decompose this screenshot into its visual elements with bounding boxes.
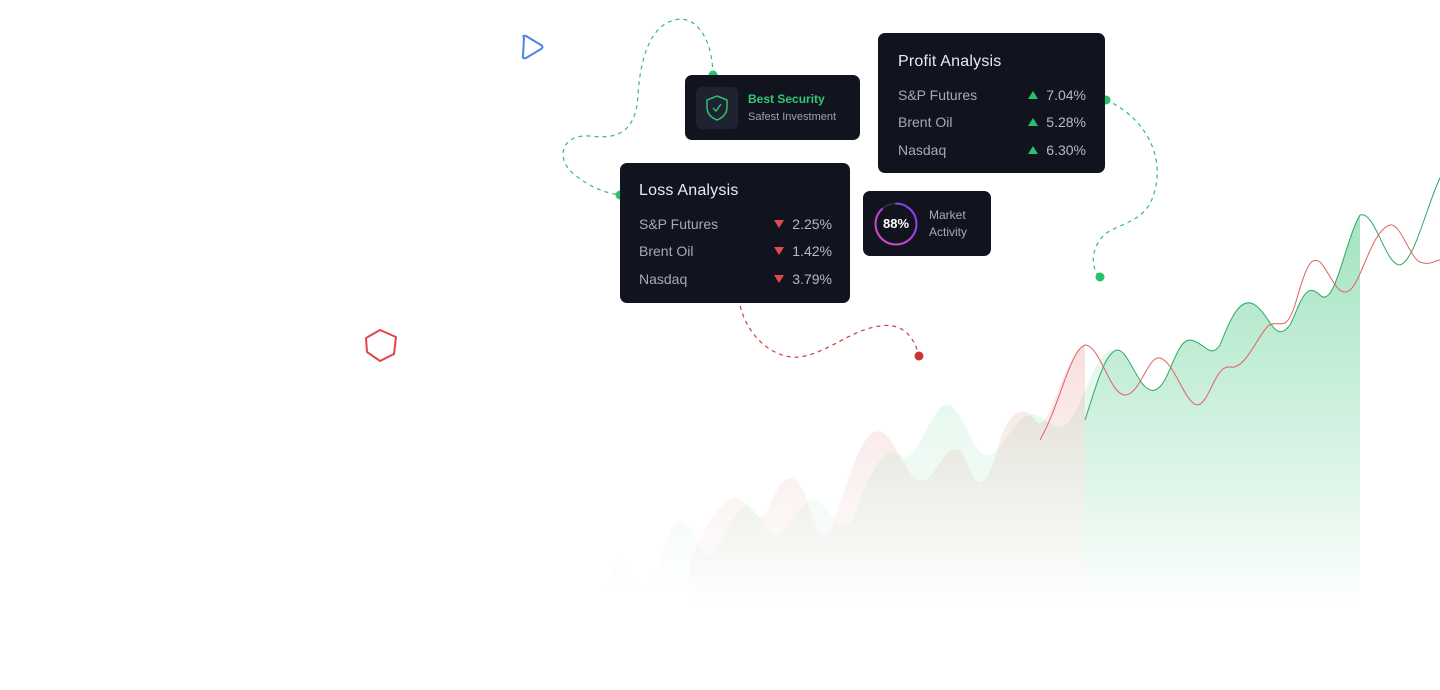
profit-analysis-title: Profit Analysis [898,53,1002,70]
profit-row: Nasdaq 6.30% [898,136,1086,164]
asset-change: 1.42% [792,243,832,260]
arrow-up-icon [1028,145,1038,154]
connector-dot [1095,272,1105,282]
pentagon-outline-icon [365,329,397,362]
security-subtitle: Safest Investment [748,111,837,123]
arrow-up-icon [1028,90,1038,99]
asset-name: S&P Futures [639,215,719,232]
market-activity-label: Market Activity [929,208,968,239]
asset-change: 3.79% [792,270,832,287]
arrow-up-icon [1028,118,1038,127]
profit-row: S&P Futures 7.04% [898,81,1086,109]
loss-analysis-title: Loss Analysis [639,182,739,199]
arrow-down-icon [774,219,784,228]
loss-analysis-card: Loss Analysis S&P Futures 2.25% Brent Oi… [620,163,850,303]
arrow-down-icon [774,247,784,256]
asset-change: 7.04% [1046,86,1086,103]
asset-name: Brent Oil [898,114,953,131]
red-wave-area [690,345,1085,610]
loss-row: Nasdaq 3.79% [639,265,832,293]
loss-row: Brent Oil 1.42% [639,238,832,266]
security-title: Best Security [748,92,825,106]
market-activity-percent: 88% [882,216,910,231]
connector-red [738,297,920,358]
asset-name: Nasdaq [639,270,688,287]
profit-row: Brent Oil 5.28% [898,109,1086,137]
asset-change: 6.30% [1046,141,1086,158]
connector-dot [914,351,924,361]
security-card: Best Security Safest Investment [685,75,860,140]
shield-check-icon [706,95,728,121]
market-activity-card: 88% Market Activity [863,191,991,256]
arrow-down-icon [774,274,784,283]
asset-name: Nasdaq [898,141,947,158]
profit-analysis-card: Profit Analysis S&P Futures 7.04% Brent … [878,33,1105,173]
asset-name: S&P Futures [898,86,978,103]
loss-row: S&P Futures 2.25% [639,210,832,238]
asset-change: 5.28% [1046,114,1086,131]
green-front-area [1085,215,1360,610]
asset-name: Brent Oil [639,243,694,260]
shield-icon-box [696,87,738,129]
play-outline-icon [521,34,544,60]
asset-change: 2.25% [792,215,832,232]
